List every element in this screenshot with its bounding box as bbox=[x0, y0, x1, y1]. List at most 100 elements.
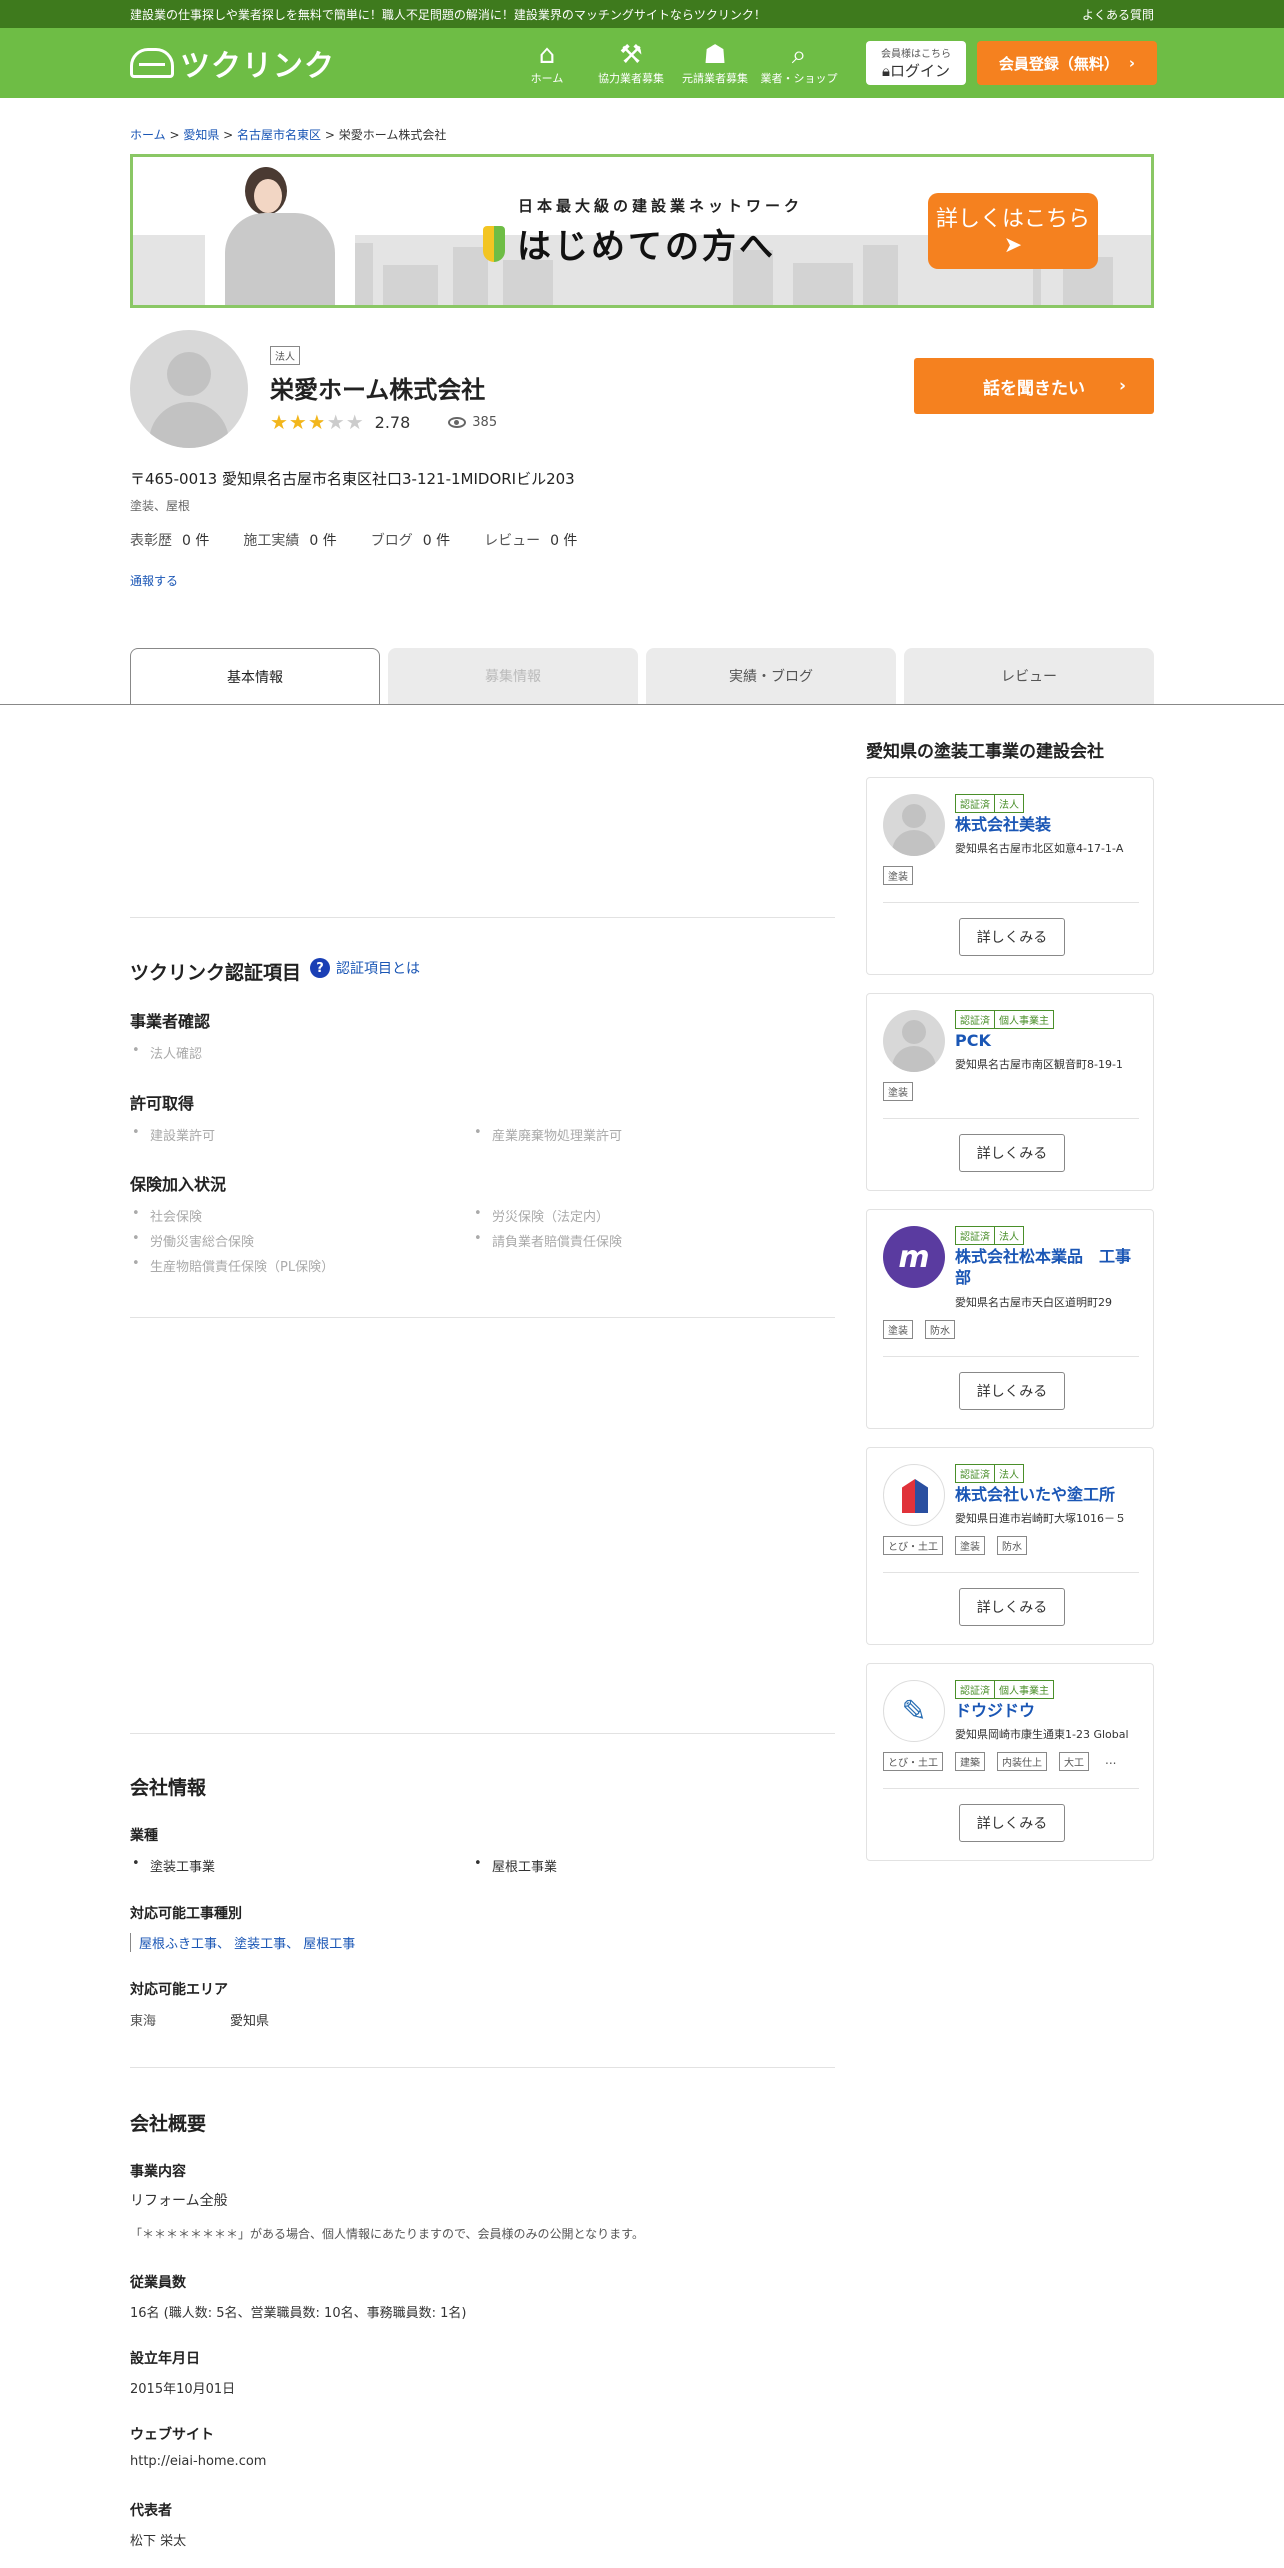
website-value[interactable]: http://eiai-home.com bbox=[130, 2454, 266, 2469]
business-content: リフォーム全般 bbox=[130, 2193, 228, 2209]
nav-contractor-recruit[interactable]: ☗ 元請業者募集 bbox=[673, 28, 757, 98]
company-card-name[interactable]: ドウジドウ bbox=[955, 1700, 1140, 1721]
section-divider bbox=[130, 2067, 835, 2068]
company-card: 認証済 個人事業主 PCK 愛知県名古屋市南区観音町8-19-1 塗装 詳しくみる bbox=[866, 993, 1154, 1191]
blog-count: ブログ 0 件 bbox=[370, 533, 451, 549]
company-card-avatar bbox=[883, 794, 945, 856]
representative-value: 松下 栄太 bbox=[130, 2534, 187, 2549]
tab-reviews[interactable]: レビュー bbox=[904, 648, 1154, 704]
nav-home[interactable]: ⌂ ホーム bbox=[505, 28, 589, 98]
company-card-avatar bbox=[883, 1010, 945, 1072]
activity-counts: 表彰歴 0 件 施工実績 0 件 ブログ 0 件 レビュー 0 件 bbox=[130, 530, 611, 550]
breadcrumb-prefecture[interactable]: 愛知県 bbox=[183, 128, 219, 142]
founded-value: 2015年10月01日 bbox=[130, 2382, 236, 2397]
company-card-address: 愛知県岡崎市康生通東1-23 Global bbox=[955, 1728, 1129, 1741]
banner-headline-text: はじめての方へ bbox=[517, 227, 776, 267]
site-logo[interactable]: ツクリンク bbox=[130, 41, 335, 85]
company-address: 〒465-0013 愛知県名古屋市名東区社口3-121-1MIDORIビル203 bbox=[130, 470, 575, 488]
certification-help-link[interactable]: ? 認証項目とは bbox=[310, 958, 420, 978]
works-count: 施工実績 0 件 bbox=[243, 533, 337, 549]
book-logo-icon: ✎ bbox=[883, 1680, 945, 1742]
construction-permit-item: 建設業許可 bbox=[130, 1125, 215, 1144]
breadcrumb-current: 栄愛ホーム株式会社 bbox=[338, 128, 447, 142]
helmet-icon bbox=[130, 48, 174, 78]
register-button[interactable]: 会員登録（無料） › bbox=[977, 41, 1157, 85]
talk-button-label: 話を聞きたい bbox=[983, 378, 1085, 399]
report-link[interactable]: 通報する bbox=[130, 572, 178, 589]
site-header: ツクリンク ⌂ ホーム ⚒ 協力業者募集 ☗ 元請業者募集 ⌕ 業者・ショップ … bbox=[0, 28, 1284, 98]
section-divider bbox=[130, 1733, 835, 1734]
business-check-title: 事業者確認 bbox=[130, 1012, 211, 1031]
breadcrumb-city[interactable]: 名古屋市名東区 bbox=[237, 128, 321, 142]
review-count: レビュー 0 件 bbox=[484, 533, 578, 549]
insurance-item: 労災保険（法定内） bbox=[472, 1206, 609, 1225]
tab-works-blog[interactable]: 実績・ブログ bbox=[646, 648, 896, 704]
announcement-text: 建設業の仕事探しや業者探しを無料で簡単に！職人不足問題の解消に！建設業界のマッチ… bbox=[130, 7, 766, 22]
main-nav: ⌂ ホーム ⚒ 協力業者募集 ☗ 元請業者募集 ⌕ 業者・ショップ bbox=[505, 28, 841, 98]
card-detail-button[interactable]: 詳しくみる bbox=[959, 1804, 1065, 1842]
insurance-item: 社会保険 bbox=[130, 1206, 202, 1225]
area-prefecture: 愛知県 bbox=[230, 2014, 270, 2029]
company-card-tags: とび・土工 建築 内装仕上 大工... bbox=[883, 1752, 1132, 1771]
insurance-item: 生産物賠償責任保険（PL保険） bbox=[130, 1256, 334, 1275]
certification-title: ツクリンク認証項目 bbox=[130, 962, 302, 984]
company-type-tag: 法人 bbox=[270, 346, 300, 365]
section-divider bbox=[130, 917, 835, 918]
card-badges: 認証済 法人 bbox=[955, 794, 1024, 813]
register-label: 会員登録（無料） bbox=[998, 54, 1119, 73]
nav-partner-recruit[interactable]: ⚒ 協力業者募集 bbox=[589, 28, 673, 98]
nav-home-label: ホーム bbox=[530, 72, 564, 85]
beginner-mark-icon bbox=[483, 225, 505, 262]
company-card-tags: とび・土工 塗装 防水 bbox=[883, 1536, 1039, 1555]
section-divider bbox=[130, 1317, 835, 1318]
nav-shop-search[interactable]: ⌕ 業者・ショップ bbox=[757, 28, 841, 98]
login-label: ログイン bbox=[889, 62, 950, 80]
company-card: m 認証済 法人 株式会社松本業品 工事部 愛知県名古屋市天白区道明町29 塗装防… bbox=[866, 1209, 1154, 1429]
rating-row: ★★★★★ 2.78 385 bbox=[270, 410, 497, 434]
company-card-name[interactable]: 株式会社美装 bbox=[955, 814, 1140, 835]
login-caption: 会員様はこちら bbox=[881, 49, 951, 60]
company-card-address: 愛知県日進市岩崎町大塚1016－５ bbox=[955, 1512, 1126, 1525]
chevron-right-icon: › bbox=[1128, 54, 1136, 72]
website-title: ウェブサイト bbox=[130, 2427, 214, 2443]
card-detail-button[interactable]: 詳しくみる bbox=[959, 1588, 1065, 1626]
corporate-check-item: 法人確認 bbox=[130, 1043, 202, 1062]
card-detail-button[interactable]: 詳しくみる bbox=[959, 918, 1065, 956]
breadcrumb-home[interactable]: ホーム bbox=[130, 128, 166, 142]
company-card: ✎ 認証済 個人事業主 ドウジドウ 愛知県岡崎市康生通東1-23 Global と… bbox=[866, 1663, 1154, 1861]
talk-button[interactable]: 話を聞きたい › bbox=[914, 358, 1154, 414]
certification-help-label: 認証項目とは bbox=[336, 961, 420, 977]
industry-item: 塗装工事業 bbox=[130, 1856, 215, 1875]
tab-recruitment: 募集情報 bbox=[388, 648, 638, 704]
login-button[interactable]: 会員様はこちら 🔒︎ログイン bbox=[866, 41, 966, 85]
question-icon: ? bbox=[310, 958, 330, 978]
company-card-name[interactable]: PCK bbox=[955, 1030, 1140, 1051]
nav-shop-label: 業者・ショップ bbox=[760, 72, 838, 85]
company-trades: 塗装、屋根 bbox=[130, 499, 191, 513]
company-card-name[interactable]: 株式会社松本業品 工事部 bbox=[955, 1246, 1140, 1288]
company-card-tags: 塗装 bbox=[883, 1082, 925, 1101]
faq-link[interactable]: よくある質問 bbox=[1082, 6, 1154, 23]
view-count: 385 bbox=[448, 415, 497, 430]
card-detail-button[interactable]: 詳しくみる bbox=[959, 1134, 1065, 1172]
work-types-list[interactable]: 屋根ふき工事、 塗装工事、 屋根工事 bbox=[130, 1933, 355, 1952]
banner-cta-button[interactable]: 詳しくはこちら ➤ bbox=[928, 193, 1098, 269]
nav-contractor-label: 元請業者募集 bbox=[682, 72, 748, 85]
worker-icon: ☗ bbox=[703, 40, 727, 70]
company-card: 認証済 法人 株式会社美装 愛知県名古屋市北区如意4-17-1-A 塗装 詳しくみ… bbox=[866, 777, 1154, 975]
company-name: 栄愛ホーム株式会社 bbox=[270, 376, 486, 404]
industry-title: 業種 bbox=[130, 1828, 158, 1844]
area-region: 東海 bbox=[130, 2014, 157, 2029]
awards-count: 表彰歴 0 件 bbox=[130, 533, 210, 549]
beginner-banner[interactable]: 日本最大級の建設業ネットワーク はじめての方へ 詳しくはこちら ➤ bbox=[130, 154, 1154, 308]
eye-icon bbox=[448, 416, 467, 428]
tab-basic-info[interactable]: 基本情報 bbox=[130, 648, 380, 705]
company-card-name[interactable]: 株式会社いたや塗工所 bbox=[955, 1484, 1140, 1505]
industry-item: 屋根工事業 bbox=[472, 1856, 557, 1875]
nav-partner-label: 協力業者募集 bbox=[598, 72, 664, 85]
employees-value: 16名 (職人数: 5名、営業職員数: 10名、事務職員数: 1名) bbox=[130, 2306, 467, 2321]
banner-cta-label: 詳しくはこちら bbox=[935, 207, 1090, 232]
privacy-note: 「＊＊＊＊＊＊＊＊」がある場合、個人情報にあたりますので、会員様のみの公開となり… bbox=[130, 2227, 644, 2241]
card-detail-button[interactable]: 詳しくみる bbox=[959, 1372, 1065, 1410]
breadcrumb: ホーム > 愛知県 > 名古屋市名東区 > 栄愛ホーム株式会社 bbox=[130, 128, 447, 142]
